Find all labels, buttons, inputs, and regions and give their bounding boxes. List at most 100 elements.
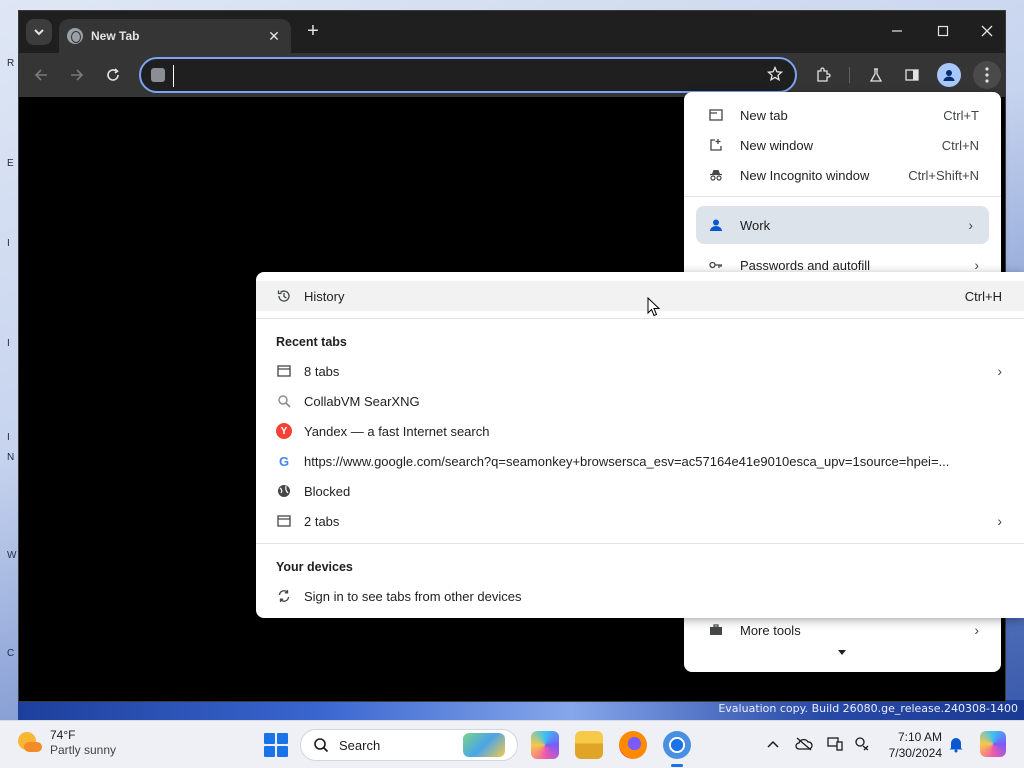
forward-arrow-icon — [71, 69, 84, 81]
menu-divider — [256, 318, 1024, 319]
kebab-menu-icon — [985, 67, 989, 83]
desktop-icon-fragment[interactable]: W — [7, 550, 16, 561]
person-icon — [943, 70, 955, 81]
chevron-right-icon: › — [997, 513, 1002, 529]
address-input[interactable] — [173, 65, 743, 87]
maximize-button[interactable] — [929, 19, 957, 43]
bookmark-star-icon[interactable] — [766, 65, 784, 85]
menu-item-new-window[interactable]: New window Ctrl+N — [684, 130, 1001, 160]
history-shortcut: Ctrl+H — [964, 288, 1002, 304]
reload-icon — [107, 68, 119, 81]
desktop-icon-fragment[interactable]: N — [7, 452, 14, 463]
profile-avatar-button[interactable] — [937, 63, 961, 87]
address-bar[interactable] — [139, 57, 797, 93]
chevron-down-icon — [34, 29, 44, 36]
new-tab-button[interactable]: + — [301, 20, 325, 44]
sync-icon — [276, 588, 292, 604]
history-label: History — [304, 288, 345, 304]
maximize-icon — [937, 25, 949, 37]
partly-sunny-icon — [16, 730, 42, 756]
minimize-button[interactable] — [883, 19, 911, 43]
recent-tab-label: 8 tabs — [304, 363, 340, 379]
person-icon — [708, 217, 724, 233]
history-icon — [276, 288, 292, 304]
reload-button[interactable] — [101, 63, 125, 87]
notification-bell-icon[interactable] — [948, 735, 964, 756]
chevron-right-icon: › — [997, 363, 1002, 379]
chrome-taskbar-icon[interactable] — [663, 731, 691, 767]
scroll-down-arrow-icon[interactable] — [838, 644, 846, 659]
desktop-icons-edge: R E I I I N W C — [0, 0, 18, 720]
recent-tab-group[interactable]: 2 tabs › — [256, 506, 1024, 536]
mouse-cursor-icon — [647, 297, 661, 317]
file-explorer-icon[interactable] — [575, 731, 603, 759]
chevron-right-icon: › — [974, 257, 979, 273]
menu-divider — [256, 543, 1024, 544]
tab-search-button[interactable] — [26, 19, 52, 45]
recent-tab-label: Yandex — a fast Internet search — [304, 423, 490, 439]
chevron-up-icon[interactable] — [764, 735, 782, 753]
globe-icon — [276, 483, 292, 499]
menu-item-new-incognito-window[interactable]: New Incognito window Ctrl+Shift+N — [684, 160, 1001, 190]
menu-item-more-tools[interactable]: More tools › — [684, 615, 1001, 645]
taskbar-search-box[interactable]: Search — [300, 729, 518, 761]
menu-item-label: New tab — [740, 107, 788, 123]
recent-tab-item[interactable]: G https://www.google.com/search?q=seamon… — [256, 446, 1024, 476]
close-icon[interactable]: ✕ — [265, 28, 283, 45]
desktop-icon-fragment[interactable]: C — [7, 648, 14, 659]
toolbar-divider — [849, 67, 850, 83]
side-panel-button[interactable] — [900, 63, 924, 87]
close-icon — [981, 25, 993, 37]
firefox-icon[interactable] — [619, 731, 647, 759]
menu-item-shortcut: Ctrl+N — [941, 137, 979, 153]
taskbar: 74°F Partly sunny Search 7:10 AM 7/30/20… — [0, 720, 1024, 768]
incognito-icon — [708, 167, 724, 183]
tab-strip: New Tab ✕ + — [19, 11, 1005, 53]
back-arrow-icon — [34, 69, 47, 81]
menu-item-history[interactable]: History Ctrl+H — [256, 281, 1024, 311]
tab-title: New Tab — [91, 29, 140, 43]
recent-tab-item[interactable]: Y Yandex — a fast Internet search — [256, 416, 1024, 446]
desktop-icon-fragment[interactable]: I — [7, 238, 10, 249]
labs-button[interactable] — [864, 63, 888, 87]
recent-tab-label: Blocked — [304, 483, 351, 499]
new-window-icon — [708, 137, 724, 153]
new-tab-icon — [708, 107, 724, 123]
back-button[interactable] — [29, 63, 53, 87]
recent-tab-item[interactable]: Blocked — [256, 476, 1024, 506]
chrome-menu-button[interactable] — [973, 61, 1001, 89]
tab-new-tab[interactable]: New Tab ✕ — [59, 19, 291, 53]
menu-item-label: New window — [740, 137, 813, 153]
desktop-icon-fragment[interactable]: I — [7, 432, 10, 443]
browser-toolbar — [19, 53, 1005, 97]
extensions-button[interactable] — [811, 63, 835, 87]
flask-icon — [869, 68, 883, 82]
window-close-button[interactable] — [973, 19, 1001, 43]
onedrive-offline-icon[interactable] — [795, 735, 813, 753]
chevron-right-icon: › — [968, 217, 973, 233]
system-clock[interactable]: 7:10 AM 7/30/2024 — [880, 729, 942, 761]
toolbox-icon — [708, 622, 724, 638]
forward-button[interactable] — [65, 63, 89, 87]
recent-tab-item[interactable]: CollabVM SearXNG — [256, 386, 1024, 416]
google-icon: G — [278, 453, 290, 469]
menu-item-new-tab[interactable]: New tab Ctrl+T — [684, 100, 1001, 130]
accessibility-icon[interactable] — [853, 735, 871, 753]
weather-widget[interactable]: 74°F Partly sunny — [16, 728, 116, 758]
start-button[interactable] — [264, 733, 288, 757]
recent-tab-group[interactable]: 8 tabs › — [256, 356, 1024, 386]
recent-tab-label: 2 tabs — [304, 513, 340, 529]
puzzle-icon — [817, 67, 831, 82]
menu-item-label: More tools — [740, 622, 801, 638]
search-label: Search — [339, 737, 381, 753]
sign-in-other-devices[interactable]: Sign in to see tabs from other devices — [256, 581, 1024, 611]
sign-in-label: Sign in to see tabs from other devices — [304, 588, 522, 604]
network-icon[interactable] — [826, 735, 844, 753]
desktop-icon-fragment[interactable]: I — [7, 338, 10, 349]
copilot-app-icon[interactable] — [531, 731, 559, 759]
menu-item-profile[interactable]: Work › — [696, 206, 989, 244]
desktop-icon-fragment[interactable]: E — [7, 158, 14, 169]
copilot-pre-icon[interactable] — [980, 731, 1006, 757]
desktop-icon-fragment[interactable]: R — [7, 58, 14, 69]
clock-time: 7:10 AM — [897, 730, 942, 744]
